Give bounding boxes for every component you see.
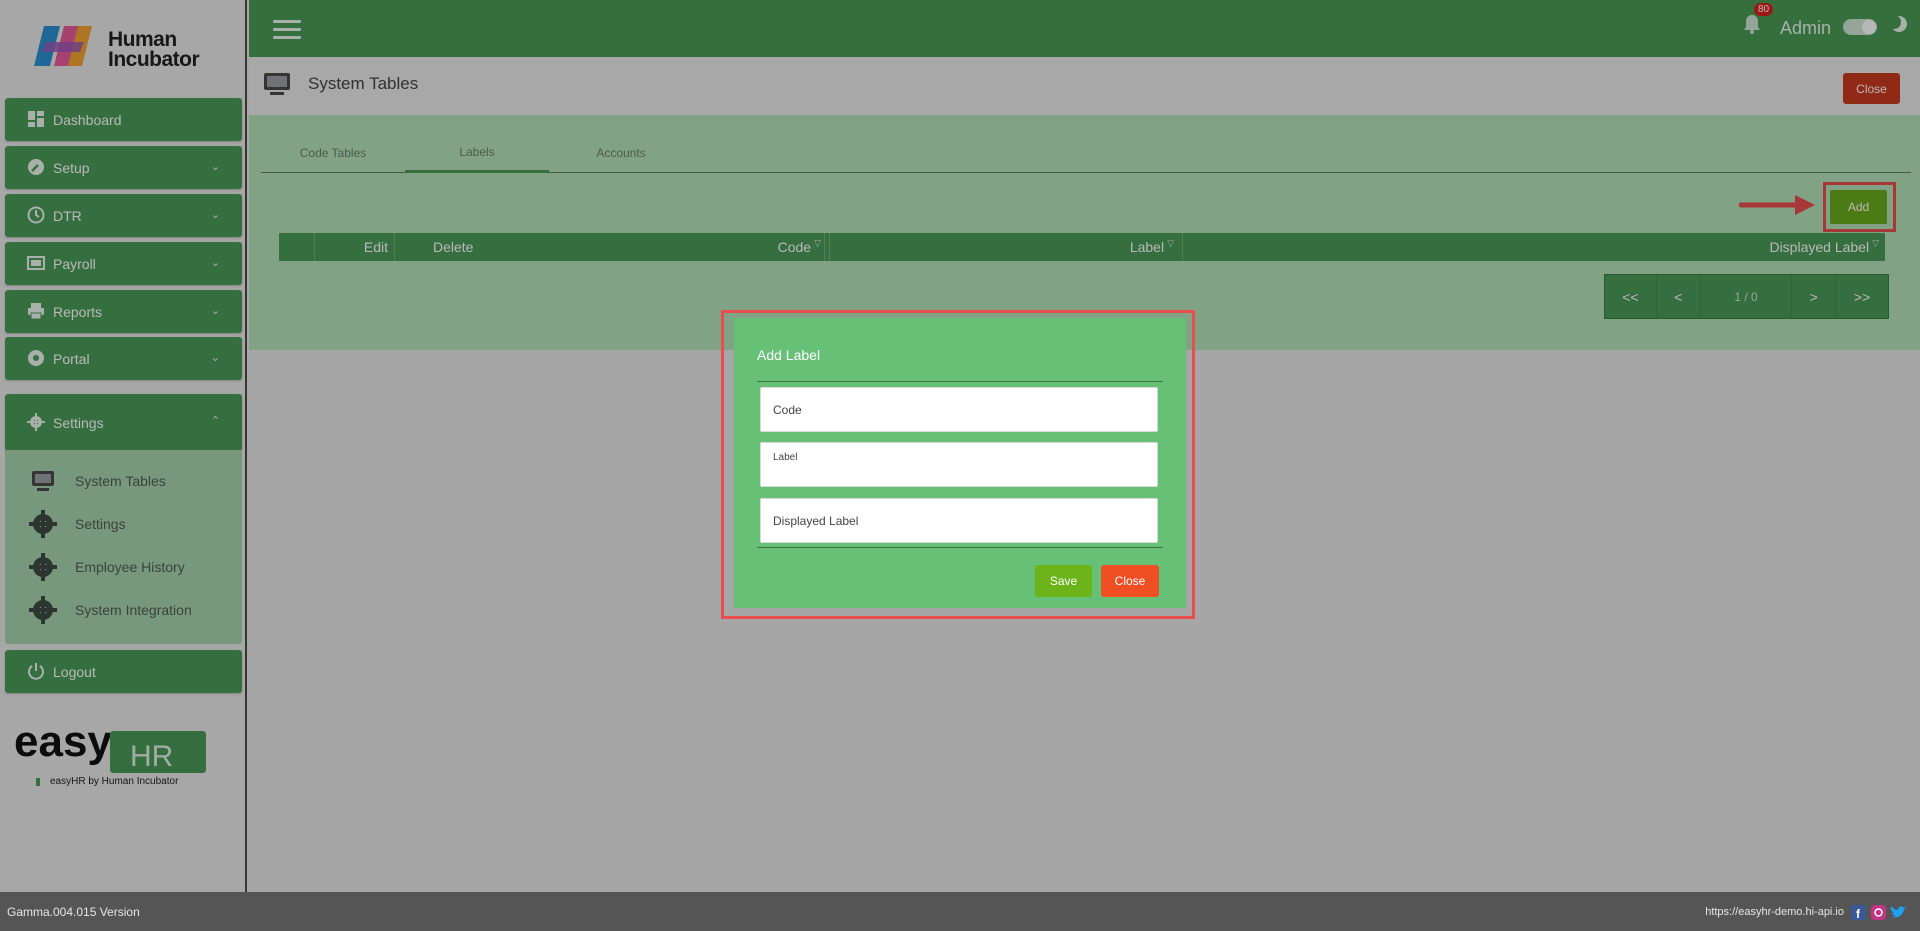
add-label-modal: Add Label Code Label Displayed Label Sav… — [734, 318, 1186, 608]
footer: Gamma.004.015 Version https://easyhr-dem… — [0, 892, 1920, 931]
divider — [757, 381, 1163, 382]
facebook-icon[interactable]: f — [1851, 905, 1866, 920]
displayed-label-field[interactable]: Displayed Label — [760, 498, 1158, 543]
version-text: Gamma.004.015 Version — [7, 905, 140, 919]
label-field[interactable]: Label — [760, 442, 1158, 487]
save-button[interactable]: Save — [1035, 565, 1092, 597]
divider — [757, 547, 1163, 548]
modal-title: Add Label — [757, 347, 821, 363]
twitter-icon[interactable] — [1890, 905, 1908, 920]
code-field[interactable]: Code — [760, 387, 1158, 432]
close-modal-button[interactable]: Close — [1101, 565, 1159, 597]
instagram-icon[interactable] — [1871, 905, 1886, 920]
footer-url-link[interactable]: https://easyhr-demo.hi-api.io — [1705, 906, 1844, 918]
